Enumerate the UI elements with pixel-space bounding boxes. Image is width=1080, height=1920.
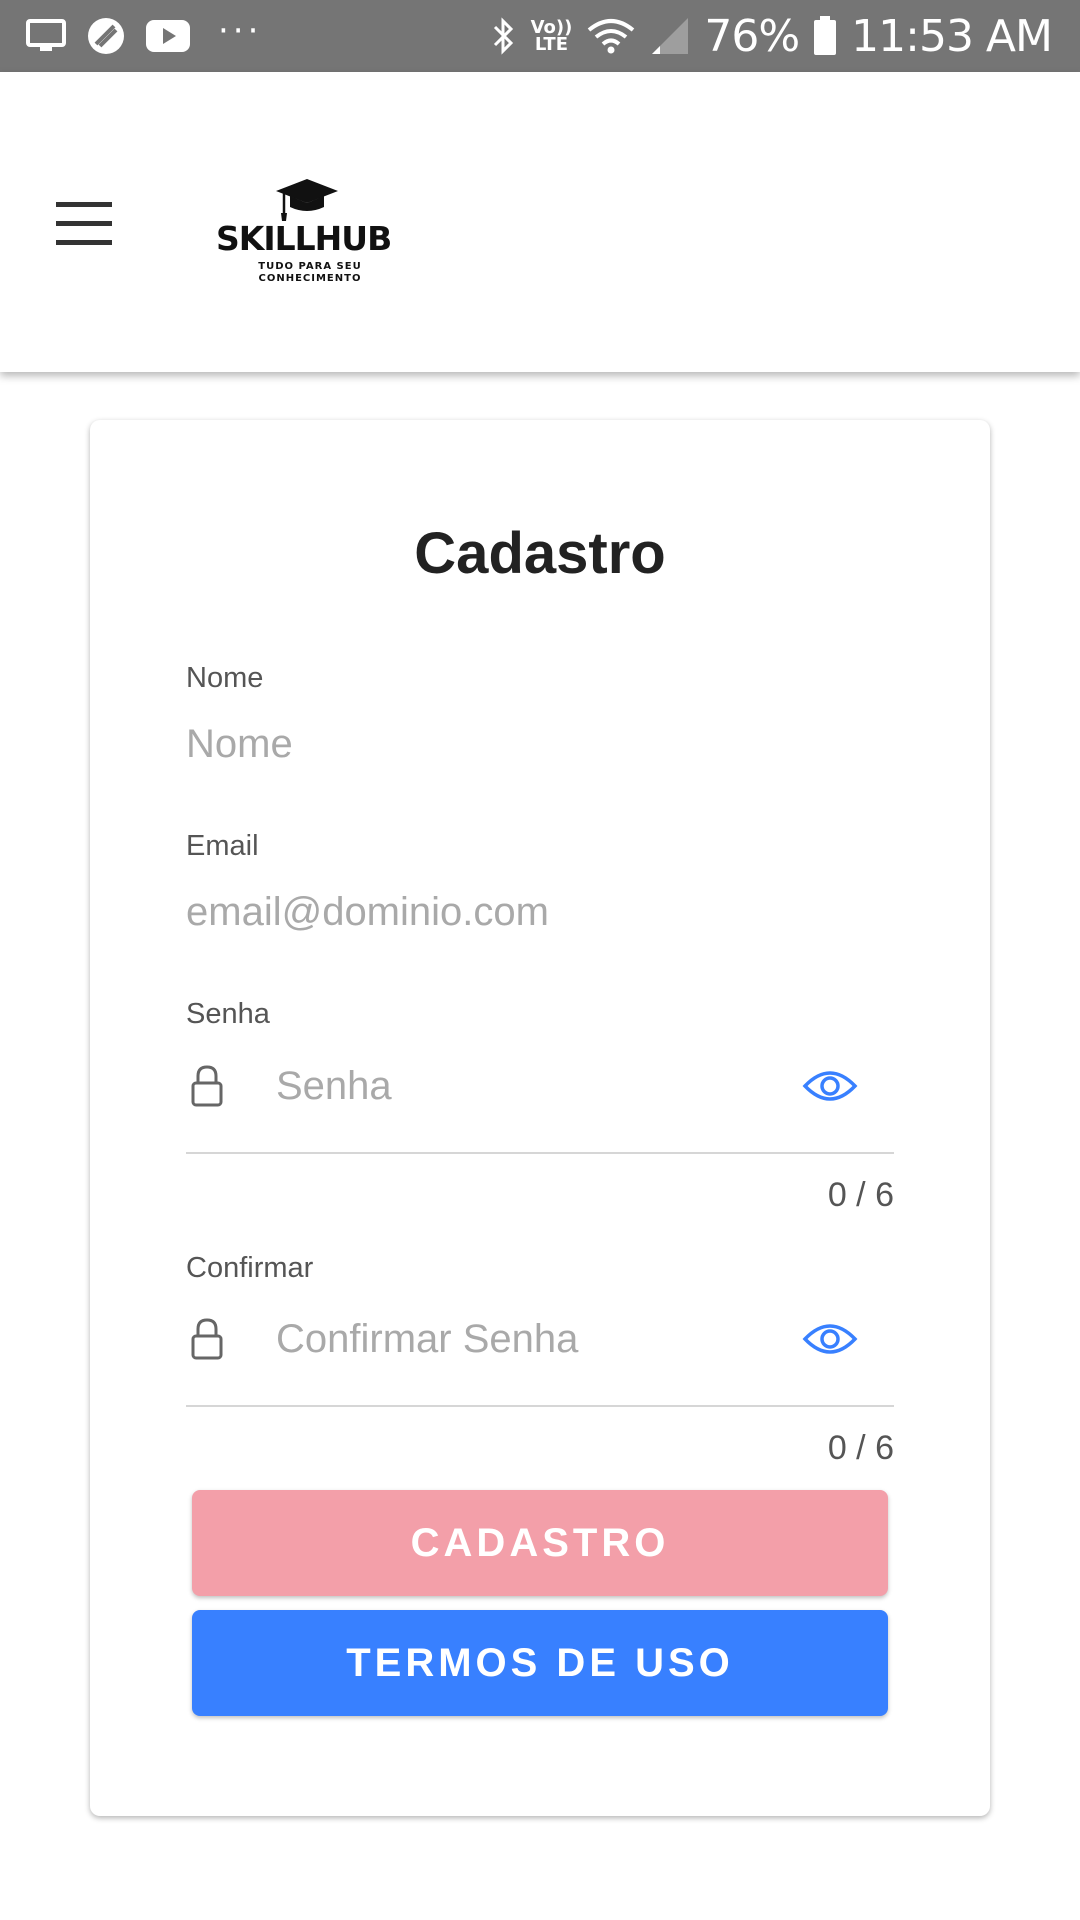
logo-title: SKILLHUB: [216, 219, 392, 258]
battery-percent: 76%: [704, 10, 800, 62]
password-underline: [186, 1152, 894, 1154]
logo-tagline-line2: CONHECIMENTO: [258, 273, 362, 284]
menu-icon[interactable]: [56, 202, 112, 246]
wifi-icon: [588, 19, 635, 54]
confirm-label: Confirmar: [186, 1252, 314, 1284]
overflow-indicator: ···: [218, 11, 263, 51]
status-bar: ··· Vo)) LTE 76% 11:53 AM: [0, 0, 1080, 72]
confirm-password-input[interactable]: [276, 1309, 776, 1369]
lte-label: LTE: [534, 34, 568, 55]
eye-icon[interactable]: [802, 1066, 858, 1106]
monitor-icon: [26, 19, 66, 51]
youtube-icon: [146, 20, 190, 52]
name-input[interactable]: [186, 714, 786, 774]
name-label: Nome: [186, 662, 264, 694]
battery-icon: [814, 16, 837, 55]
email-input[interactable]: [186, 882, 786, 942]
graduation-cap-icon: [276, 179, 338, 221]
clock: 11:53 AM: [851, 10, 1053, 62]
password-counter: 0 / 6: [827, 1176, 894, 1214]
logo-tagline-line1: TUDO PARA SEU: [258, 261, 362, 272]
volte-badge: Vo)) LTE: [531, 19, 573, 55]
app-header: SKILLHUB TUDO PARA SEU CONHECIMENTO: [0, 72, 1080, 372]
password-label: Senha: [186, 998, 270, 1030]
confirm-counter: 0 / 6: [827, 1429, 894, 1467]
register-card: Cadastro Nome Email Senha 0 / 6 Confirma…: [90, 420, 990, 1816]
confirm-underline: [186, 1405, 894, 1407]
logo-tagline: TUDO PARA SEU CONHECIMENTO: [210, 261, 410, 285]
lock-icon: [191, 1318, 223, 1360]
app-icon: [88, 18, 124, 54]
bluetooth-icon: [493, 17, 513, 55]
email-label: Email: [186, 830, 259, 862]
lock-icon: [191, 1065, 223, 1107]
skillhub-logo: SKILLHUB TUDO PARA SEU CONHECIMENTO: [210, 177, 410, 287]
terms-button[interactable]: TERMOS DE USO: [192, 1610, 888, 1716]
eye-icon[interactable]: [802, 1319, 858, 1359]
register-button[interactable]: CADASTRO: [192, 1490, 888, 1596]
page-title: Cadastro: [414, 521, 666, 586]
notification-icons: ···: [26, 11, 263, 58]
system-icons: Vo)) LTE 76% 11:53 AM: [491, 10, 1053, 62]
signal-icon: [652, 18, 689, 54]
password-input[interactable]: [276, 1056, 776, 1116]
